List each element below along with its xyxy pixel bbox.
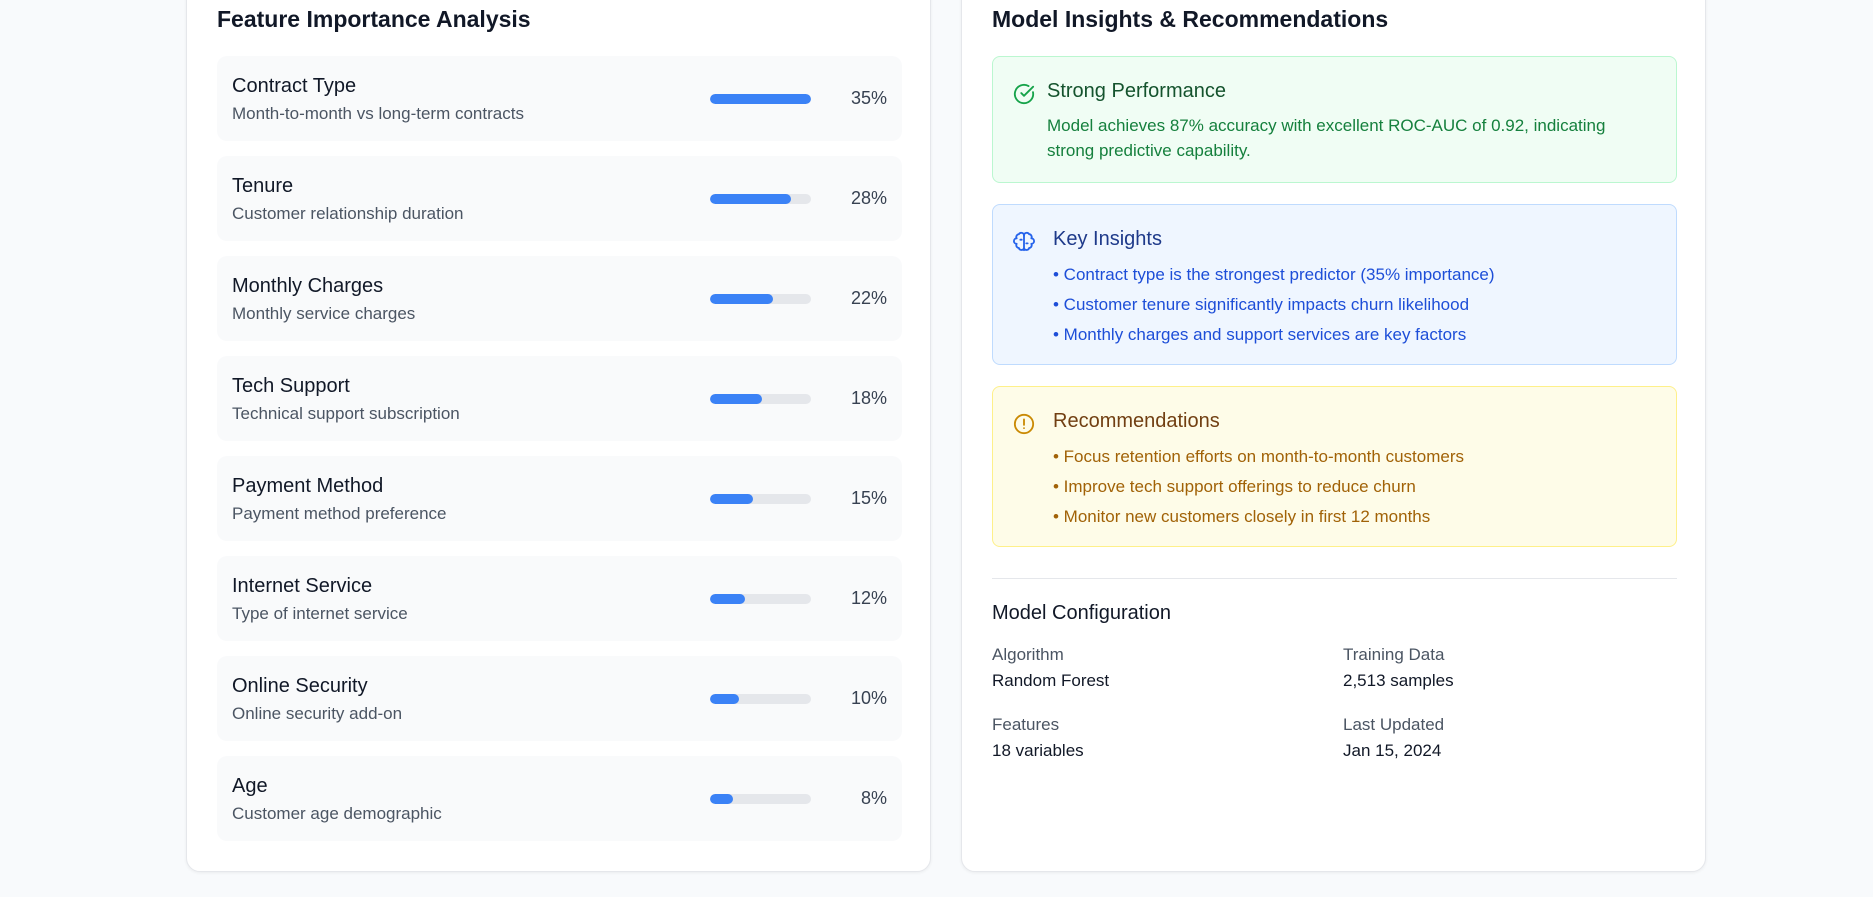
panel-body: Model achieves 87% accuracy with excelle…	[1047, 116, 1606, 160]
importance-percent: 12%	[850, 588, 887, 608]
brain-icon	[1013, 231, 1035, 252]
importance-bar-track	[710, 594, 811, 604]
config-value: Random Forest	[992, 671, 1110, 690]
config-algorithm: Algorithm Random Forest	[992, 645, 1322, 691]
importance-bar-track	[710, 294, 811, 304]
feature-name: Monthly Charges	[232, 275, 384, 297]
list-item: • Monthly charges and support services a…	[1053, 325, 1467, 344]
feature-importance-card: Feature Importance Analysis Contract Typ…	[186, 0, 931, 872]
importance-bar-fill	[710, 594, 745, 604]
strong-performance-panel: Strong Performance Model achieves 87% ac…	[992, 56, 1677, 183]
feature-row-monthly-charges: Monthly Charges Monthly service charges …	[217, 256, 902, 341]
feature-row-payment-method: Payment Method Payment method preference…	[217, 456, 902, 541]
panel-heading: Key Insights	[1053, 228, 1162, 250]
importance-bar-track	[710, 94, 811, 104]
model-insights-title: Model Insights & Recommendations	[992, 6, 1389, 32]
feature-description: Type of internet service	[232, 604, 408, 623]
feature-name: Payment Method	[232, 475, 384, 497]
panel-heading: Recommendations	[1053, 410, 1220, 432]
feature-name: Internet Service	[232, 575, 373, 597]
key-insights-panel: Key Insights • Contract type is the stro…	[992, 204, 1677, 365]
check-circle-icon	[1013, 83, 1035, 105]
feature-row-age: Age Customer age demographic 8%	[217, 756, 902, 841]
config-features: Features 18 variables	[992, 715, 1322, 761]
config-value: 2,513 samples	[1343, 671, 1454, 690]
section-divider	[992, 578, 1677, 579]
list-item: • Focus retention efforts on month-to-mo…	[1053, 447, 1464, 466]
recommendations-list: • Focus retention efforts on month-to-mo…	[1053, 442, 1464, 532]
feature-row-internet-service: Internet Service Type of internet servic…	[217, 556, 902, 641]
importance-bar-fill	[710, 194, 791, 204]
feature-description: Online security add-on	[232, 704, 403, 723]
config-value: Jan 15, 2024	[1343, 741, 1442, 760]
importance-percent: 8%	[860, 788, 887, 808]
feature-description: Customer age demographic	[232, 804, 442, 823]
list-item: • Contract type is the strongest predict…	[1053, 265, 1495, 284]
importance-percent: 28%	[850, 188, 887, 208]
feature-row-online-security: Online Security Online security add-on 1…	[217, 656, 902, 741]
config-label: Last Updated	[1343, 715, 1445, 734]
feature-description: Technical support subscription	[232, 404, 460, 423]
list-item: • Improve tech support offerings to redu…	[1053, 477, 1416, 496]
importance-bar-fill	[710, 494, 754, 504]
importance-percent: 22%	[850, 288, 887, 308]
feature-row-tech-support: Tech Support Technical support subscript…	[217, 356, 902, 441]
importance-percent: 15%	[850, 488, 887, 508]
feature-name: Contract Type	[232, 75, 357, 97]
importance-bar-track	[710, 794, 811, 804]
feature-name: Age	[232, 775, 268, 797]
importance-bar-fill	[710, 94, 811, 104]
config-label: Training Data	[1343, 645, 1445, 664]
model-configuration-title: Model Configuration	[992, 602, 1171, 624]
importance-percent: 10%	[850, 688, 887, 708]
feature-name: Online Security	[232, 675, 368, 697]
config-label: Algorithm	[992, 645, 1064, 664]
importance-percent: 18%	[850, 388, 887, 408]
importance-bar-track	[710, 194, 811, 204]
feature-row-tenure: Tenure Customer relationship duration 28…	[217, 156, 902, 241]
feature-description: Month-to-month vs long-term contracts	[232, 104, 524, 123]
importance-bar-fill	[710, 394, 762, 404]
recommendations-panel: Recommendations • Focus retention effort…	[992, 386, 1677, 547]
feature-description: Monthly service charges	[232, 304, 416, 323]
config-value: 18 variables	[992, 741, 1084, 760]
panel-heading: Strong Performance	[1047, 80, 1226, 102]
importance-bar-fill	[710, 694, 739, 704]
importance-bar-track	[710, 494, 811, 504]
feature-row-contract-type: Contract Type Month-to-month vs long-ter…	[217, 56, 902, 141]
feature-name: Tenure	[232, 175, 294, 197]
feature-description: Customer relationship duration	[232, 204, 464, 223]
config-last-updated: Last Updated Jan 15, 2024	[1343, 715, 1673, 761]
feature-name: Tech Support	[232, 375, 350, 397]
importance-bar-track	[710, 694, 811, 704]
feature-list: Contract Type Month-to-month vs long-ter…	[217, 56, 902, 856]
list-item: • Monitor new customers closely in first…	[1053, 507, 1431, 526]
list-item: • Customer tenure significantly impacts …	[1053, 295, 1470, 314]
alert-circle-icon	[1013, 413, 1035, 435]
model-insights-card: Model Insights & Recommendations Strong …	[961, 0, 1706, 872]
key-insights-list: • Contract type is the strongest predict…	[1053, 260, 1495, 350]
importance-percent: 35%	[850, 88, 887, 108]
config-training-data: Training Data 2,513 samples	[1343, 645, 1673, 691]
feature-description: Payment method preference	[232, 504, 447, 523]
importance-bar-fill	[710, 294, 774, 304]
importance-bar-track	[710, 394, 811, 404]
feature-importance-title: Feature Importance Analysis	[217, 6, 531, 32]
importance-bar-fill	[710, 794, 734, 804]
config-label: Features	[992, 715, 1060, 734]
